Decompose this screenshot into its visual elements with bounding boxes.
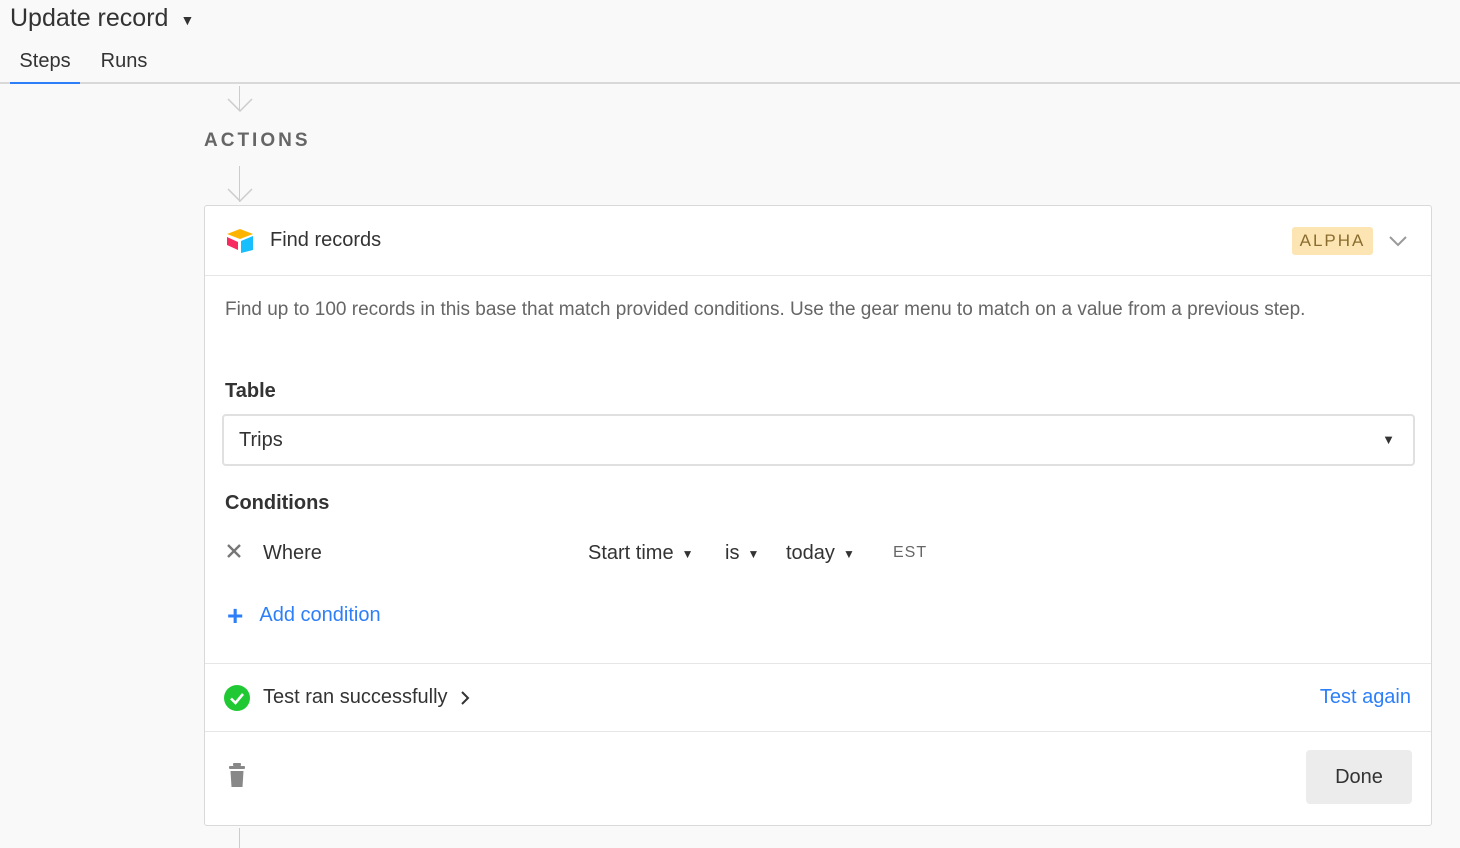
trash-icon[interactable] — [227, 762, 247, 788]
condition-operator-select[interactable]: is ▼ — [725, 542, 759, 565]
condition-operator-value: is — [725, 542, 740, 564]
arrow-down-icon — [225, 86, 255, 112]
table-select[interactable]: Trips ▼ — [222, 414, 1415, 466]
condition-where-label: Where — [263, 542, 322, 564]
test-status-label: Test ran successfully — [263, 686, 448, 708]
airtable-logo-icon — [227, 229, 253, 253]
tab-bar: Steps Runs — [0, 46, 1460, 84]
test-result-row: Test ran successfully Test again — [205, 663, 1431, 732]
tab-steps-label: Steps — [19, 50, 71, 72]
timezone-label: EST — [893, 544, 928, 561]
dropdown-caret-icon: ▼ — [747, 546, 760, 561]
dropdown-caret-icon: ▼ — [180, 12, 195, 28]
connector-line — [225, 828, 255, 848]
card-description: Find up to 100 records in this base that… — [225, 299, 1306, 320]
chevron-right-icon — [460, 690, 469, 705]
plus-icon: + — [227, 599, 244, 631]
section-label-actions: ACTIONS — [204, 130, 311, 151]
alpha-badge: ALPHA — [1292, 227, 1373, 255]
tab-runs-label: Runs — [100, 50, 148, 72]
condition-row: Where Start time ▼ is ▼ today ▼ EST — [225, 540, 1405, 566]
chevron-down-icon[interactable] — [1387, 232, 1409, 250]
test-status-toggle[interactable]: Test ran successfully — [263, 686, 470, 709]
conditions-label: Conditions — [225, 492, 330, 514]
card-header[interactable]: Find records ALPHA — [205, 206, 1431, 276]
check-circle-icon — [224, 685, 250, 711]
tab-steps[interactable]: Steps — [10, 46, 80, 84]
test-again-link[interactable]: Test again — [1320, 686, 1411, 709]
table-select-value: Trips — [239, 428, 283, 451]
condition-value-value: today — [786, 542, 835, 564]
close-icon[interactable] — [225, 542, 243, 560]
arrow-down-icon — [225, 166, 255, 204]
page-title: Update record — [10, 4, 169, 32]
dropdown-caret-icon: ▼ — [842, 546, 855, 561]
dropdown-caret-icon: ▼ — [1382, 432, 1395, 447]
add-condition-button[interactable]: + Add condition — [227, 599, 381, 631]
tab-runs[interactable]: Runs — [98, 46, 150, 84]
condition-field-value: Start time — [588, 542, 674, 564]
condition-value-select[interactable]: today ▼ — [786, 542, 855, 565]
add-condition-label: Add condition — [259, 604, 381, 626]
automation-title[interactable]: Update record ▼ — [10, 4, 194, 33]
done-button[interactable]: Done — [1306, 750, 1412, 804]
table-label: Table — [225, 380, 276, 402]
find-records-card: Find records ALPHA Find up to 100 record… — [204, 205, 1432, 826]
condition-field-select[interactable]: Start time ▼ — [588, 542, 693, 565]
dropdown-caret-icon: ▼ — [681, 546, 694, 561]
card-title: Find records — [270, 229, 382, 251]
